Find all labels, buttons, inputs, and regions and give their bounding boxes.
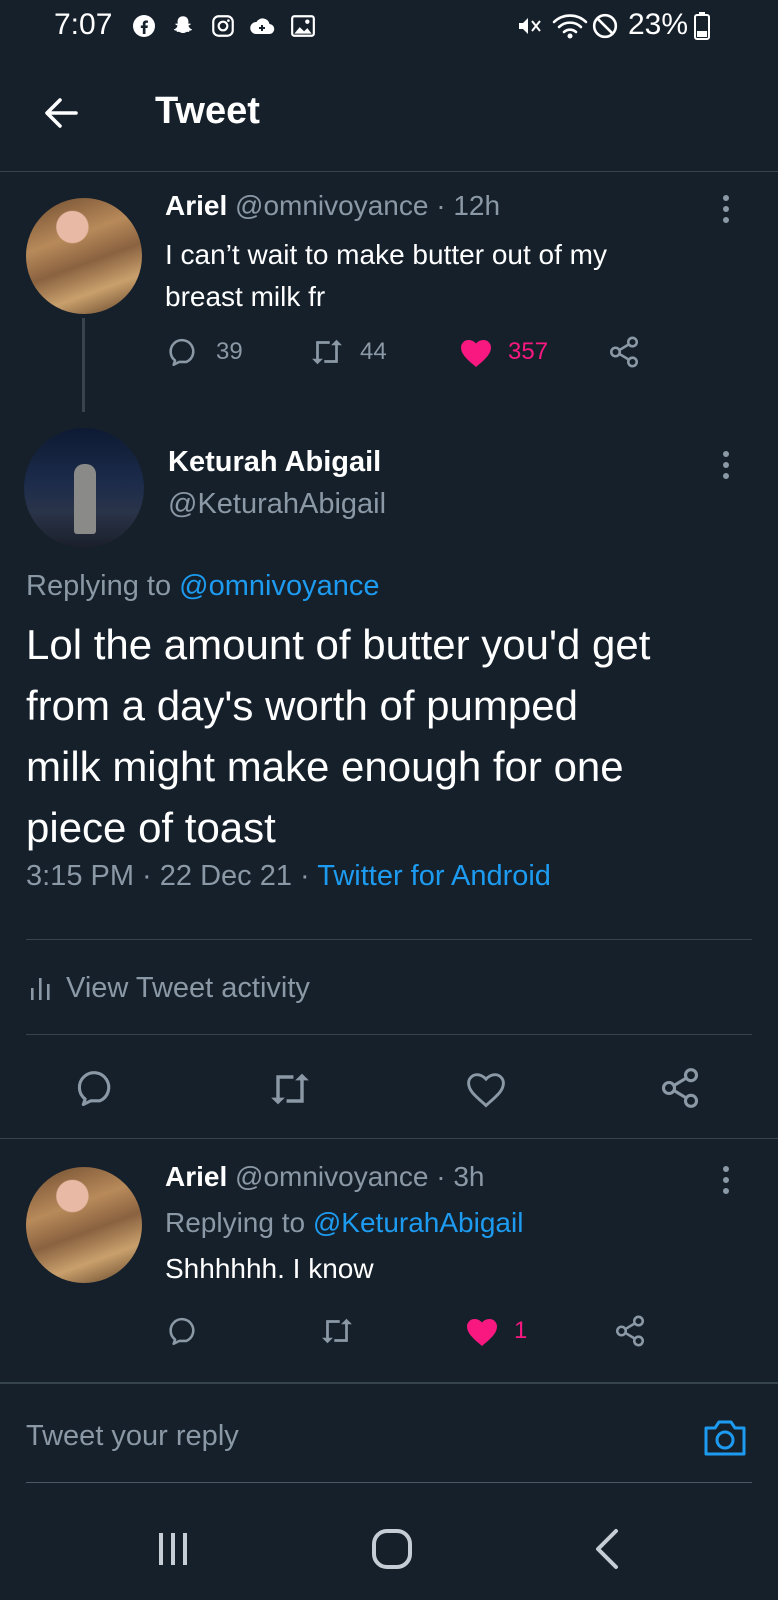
tweet-text-line: from a day's worth of pumped (26, 682, 578, 729)
recents-icon[interactable] (156, 1529, 190, 1569)
replying-handle[interactable]: @KeturahAbigail (313, 1207, 524, 1238)
retweet-count: 44 (360, 338, 387, 365)
view-activity-button[interactable]: View Tweet activity (30, 970, 310, 1006)
author-meta: @omnivoyance · 12h (235, 190, 501, 221)
nav-back-icon[interactable] (592, 1527, 622, 1571)
tweet-actions: 1 (168, 1311, 648, 1351)
author-name[interactable]: Keturah Abigail (168, 446, 381, 479)
cloud-icon (248, 13, 276, 39)
back-arrow-icon[interactable] (40, 92, 82, 134)
reply-count: 39 (216, 338, 243, 365)
tweet-text-line: milk might make enough for one (26, 743, 624, 790)
tweet-timestamp: 3:15 PM · 22 Dec 21 · Twitter for Androi… (26, 860, 551, 893)
author-handle[interactable]: @KeturahAbigail (168, 488, 386, 521)
more-icon[interactable] (722, 194, 730, 224)
more-icon[interactable] (722, 450, 730, 480)
facebook-icon (132, 14, 156, 38)
heart-icon (458, 335, 494, 369)
tweet-text-line: Lol the amount of butter you'd get (26, 621, 651, 668)
reply-tweet[interactable]: Ariel @omnivoyance · 3h Replying to @Ket… (0, 1139, 778, 1379)
author-meta: @omnivoyance · 3h (235, 1161, 485, 1192)
tweet-source[interactable]: Twitter for Android (317, 860, 551, 892)
replying-prefix: Replying to (165, 1207, 313, 1238)
system-nav-bar (0, 1505, 778, 1600)
like-button[interactable]: 357 (458, 335, 606, 369)
reply-button[interactable]: 39 (168, 335, 308, 369)
like-count: 1 (514, 1317, 528, 1344)
timestamp-text: 3:15 PM · 22 Dec 21 · (26, 860, 318, 892)
wifi-icon (552, 12, 588, 40)
snapchat-icon (170, 13, 196, 39)
reply-icon[interactable] (76, 1066, 120, 1110)
tweet-actions: 39 44 357 (168, 332, 642, 372)
replying-to: Replying to @omnivoyance (26, 570, 379, 603)
tweet-header: Ariel @omnivoyance · 12h (165, 190, 500, 222)
share-icon[interactable] (658, 1066, 702, 1110)
page-title: Tweet (155, 90, 260, 132)
instagram-icon (210, 13, 236, 39)
reply-icon (168, 335, 202, 369)
tweet-text: I can’t wait to make butter out of my br… (165, 234, 607, 318)
tweet-text-line: breast milk fr (165, 281, 326, 312)
replying-prefix: Replying to (26, 570, 180, 602)
main-tweet-actions (0, 1062, 778, 1118)
retweet-button[interactable] (318, 1314, 464, 1348)
share-icon (606, 335, 642, 369)
author-name[interactable]: Ariel (165, 1161, 227, 1192)
status-bar: 7:07 23% (0, 0, 778, 52)
avatar[interactable] (26, 198, 142, 314)
tweet-text: Lol the amount of butter you'd get from … (26, 614, 650, 858)
like-button[interactable]: 1 (464, 1314, 612, 1348)
retweet-button[interactable]: 44 (308, 335, 458, 369)
avatar[interactable] (24, 428, 144, 548)
main-tweet: Keturah Abigail @KeturahAbigail Replying… (0, 422, 778, 1122)
divider (26, 939, 752, 940)
tweet-text-line: I can’t wait to make butter out of my (165, 239, 607, 270)
author-name[interactable]: Ariel (165, 190, 227, 221)
reply-button[interactable] (168, 1314, 318, 1348)
battery-text: 23% (628, 8, 689, 41)
gallery-icon (290, 13, 316, 39)
replying-to: Replying to @KeturahAbigail (165, 1207, 523, 1239)
heart-icon (464, 1314, 500, 1348)
header: Tweet (0, 70, 778, 170)
tweet-header: Ariel @omnivoyance · 3h (165, 1161, 484, 1193)
avatar[interactable] (26, 1167, 142, 1283)
parent-tweet[interactable]: Ariel @omnivoyance · 12h I can’t wait to… (0, 172, 778, 422)
battery-icon (694, 12, 710, 40)
tweet-text: Shhhhhh. I know (165, 1253, 374, 1284)
heart-icon[interactable] (464, 1068, 508, 1110)
retweet-icon (318, 1314, 356, 1348)
reply-composer: Tweet your reply (0, 1384, 778, 1484)
divider (26, 1034, 752, 1035)
avatar-figure (74, 464, 96, 534)
home-icon[interactable] (370, 1527, 414, 1571)
retweet-icon (308, 335, 346, 369)
share-button[interactable] (606, 335, 642, 369)
status-time: 7:07 (54, 8, 113, 41)
view-activity-label: View Tweet activity (66, 971, 310, 1004)
dnd-icon (592, 13, 618, 39)
thread-line (82, 318, 85, 412)
retweet-icon[interactable] (266, 1068, 314, 1110)
more-icon[interactable] (722, 1165, 730, 1195)
bar-chart-icon (30, 974, 52, 1002)
composer-underline (26, 1482, 752, 1483)
like-count: 357 (508, 338, 549, 365)
mute-icon (516, 13, 544, 39)
share-button[interactable] (612, 1314, 648, 1348)
camera-icon[interactable] (702, 1416, 748, 1458)
reply-input[interactable]: Tweet your reply (26, 1420, 239, 1453)
share-icon (612, 1314, 648, 1348)
reply-icon (168, 1314, 202, 1348)
tweet-text-line: piece of toast (26, 804, 276, 851)
replying-handle[interactable]: @omnivoyance (179, 570, 379, 602)
